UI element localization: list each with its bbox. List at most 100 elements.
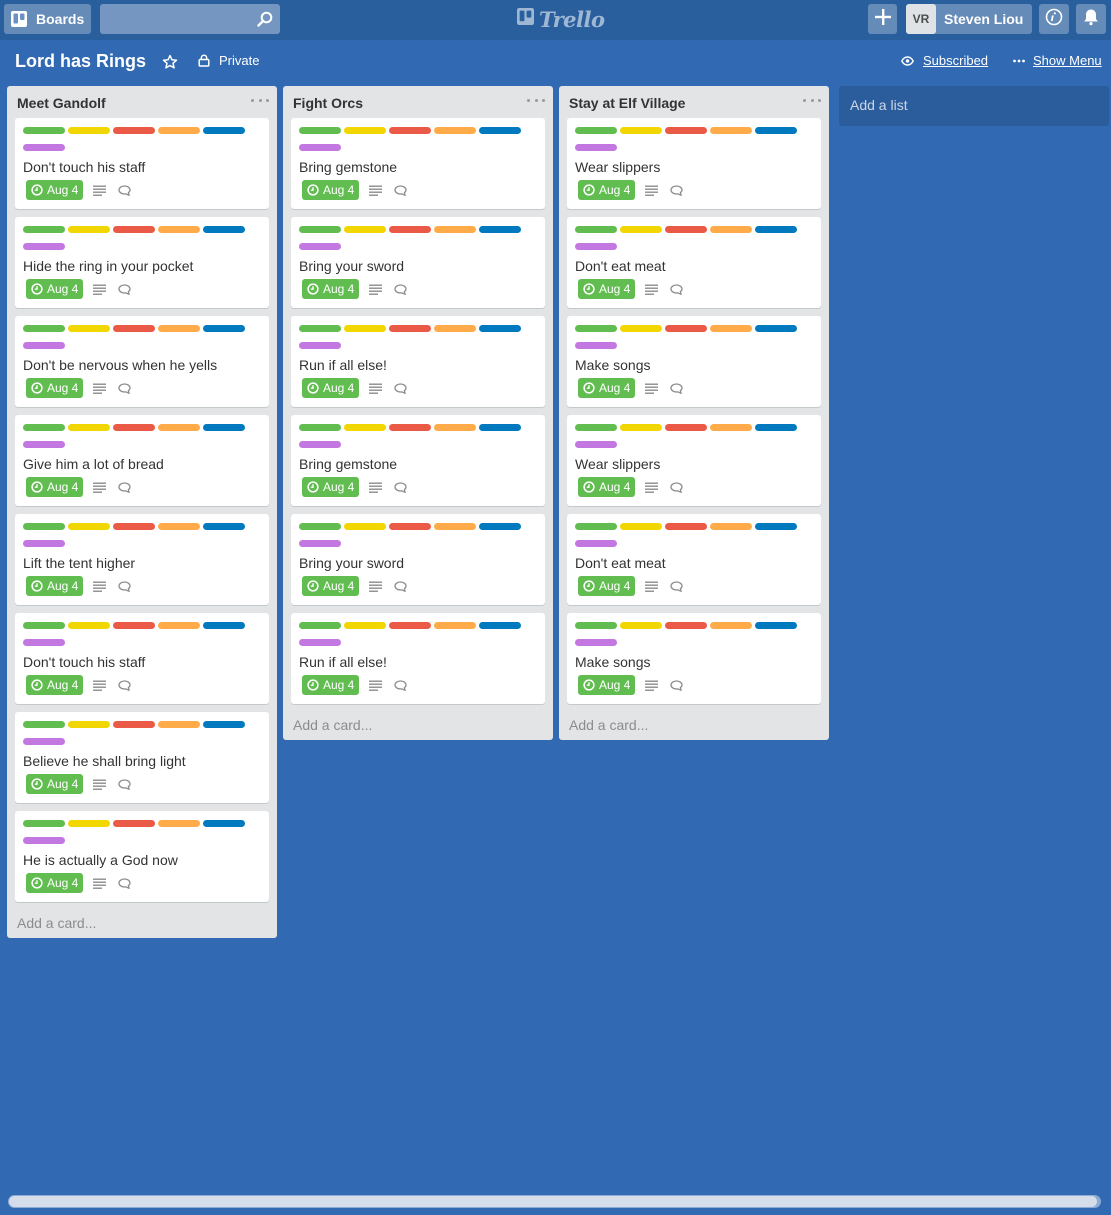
- label-orange[interactable]: [158, 622, 200, 629]
- due-date-badge[interactable]: Aug 4: [578, 378, 636, 398]
- label-red[interactable]: [113, 721, 155, 728]
- label-green[interactable]: [23, 127, 65, 134]
- label-blue[interactable]: [755, 226, 797, 233]
- label-blue[interactable]: [203, 226, 245, 233]
- label-green[interactable]: [575, 226, 617, 233]
- label-blue[interactable]: [203, 127, 245, 134]
- label-blue[interactable]: [479, 523, 521, 530]
- board-title[interactable]: Lord has Rings: [15, 51, 146, 72]
- label-yellow[interactable]: [68, 820, 110, 827]
- card[interactable]: Don't eat meat Aug 4: [567, 217, 821, 308]
- label-purple[interactable]: [23, 738, 65, 745]
- due-date-badge[interactable]: Aug 4: [26, 774, 84, 794]
- label-green[interactable]: [23, 325, 65, 332]
- label-red[interactable]: [665, 226, 707, 233]
- label-green[interactable]: [23, 721, 65, 728]
- due-date-badge[interactable]: Aug 4: [302, 576, 360, 596]
- add-card-button[interactable]: Add a card...: [559, 710, 829, 740]
- due-date-badge[interactable]: Aug 4: [26, 180, 84, 200]
- scrollbar-thumb[interactable]: [9, 1196, 1097, 1207]
- label-orange[interactable]: [158, 820, 200, 827]
- info-button[interactable]: [1039, 4, 1069, 34]
- label-yellow[interactable]: [344, 127, 386, 134]
- label-green[interactable]: [299, 622, 341, 629]
- list-name[interactable]: Stay at Elf Village: [569, 95, 685, 111]
- card[interactable]: Run if all else! Aug 4: [291, 316, 545, 407]
- card[interactable]: Believe he shall bring light Aug 4: [15, 712, 269, 803]
- card[interactable]: Don't touch his staff Aug 4: [15, 118, 269, 209]
- label-purple[interactable]: [575, 243, 617, 250]
- label-red[interactable]: [389, 523, 431, 530]
- label-blue[interactable]: [479, 226, 521, 233]
- due-date-badge[interactable]: Aug 4: [26, 675, 84, 695]
- list-menu-icon[interactable]: [251, 94, 269, 106]
- create-button[interactable]: [868, 4, 897, 34]
- label-red[interactable]: [389, 226, 431, 233]
- label-purple[interactable]: [299, 540, 341, 547]
- label-purple[interactable]: [299, 441, 341, 448]
- card[interactable]: Bring your sword Aug 4: [291, 217, 545, 308]
- label-red[interactable]: [665, 424, 707, 431]
- label-red[interactable]: [389, 622, 431, 629]
- label-green[interactable]: [575, 325, 617, 332]
- due-date-badge[interactable]: Aug 4: [302, 180, 360, 200]
- card[interactable]: Bring gemstone Aug 4: [291, 118, 545, 209]
- show-menu-button[interactable]: Show Menu: [1013, 53, 1102, 68]
- label-yellow[interactable]: [344, 325, 386, 332]
- label-purple[interactable]: [23, 639, 65, 646]
- due-date-badge[interactable]: Aug 4: [26, 873, 84, 893]
- label-red[interactable]: [389, 424, 431, 431]
- label-yellow[interactable]: [68, 325, 110, 332]
- label-orange[interactable]: [434, 622, 476, 629]
- label-yellow[interactable]: [68, 127, 110, 134]
- card[interactable]: Bring gemstone Aug 4: [291, 415, 545, 506]
- label-blue[interactable]: [755, 523, 797, 530]
- list-menu-icon[interactable]: [803, 94, 821, 106]
- label-red[interactable]: [113, 820, 155, 827]
- add-list-button[interactable]: Add a list: [839, 86, 1109, 126]
- label-green[interactable]: [23, 820, 65, 827]
- due-date-badge[interactable]: Aug 4: [26, 477, 84, 497]
- card[interactable]: He is actually a God now Aug 4: [15, 811, 269, 902]
- star-icon[interactable]: [162, 54, 178, 75]
- label-orange[interactable]: [158, 523, 200, 530]
- label-purple[interactable]: [575, 540, 617, 547]
- label-orange[interactable]: [158, 226, 200, 233]
- label-orange[interactable]: [710, 622, 752, 629]
- due-date-badge[interactable]: Aug 4: [578, 576, 636, 596]
- label-green[interactable]: [575, 127, 617, 134]
- label-blue[interactable]: [203, 721, 245, 728]
- list-name[interactable]: Meet Gandolf: [17, 95, 106, 111]
- label-purple[interactable]: [575, 639, 617, 646]
- label-green[interactable]: [299, 325, 341, 332]
- label-blue[interactable]: [203, 523, 245, 530]
- label-purple[interactable]: [575, 342, 617, 349]
- card[interactable]: Don't touch his staff Aug 4: [15, 613, 269, 704]
- label-red[interactable]: [113, 325, 155, 332]
- label-purple[interactable]: [299, 243, 341, 250]
- label-blue[interactable]: [755, 424, 797, 431]
- label-orange[interactable]: [158, 325, 200, 332]
- label-blue[interactable]: [755, 325, 797, 332]
- due-date-badge[interactable]: Aug 4: [26, 576, 84, 596]
- label-green[interactable]: [23, 622, 65, 629]
- label-green[interactable]: [299, 523, 341, 530]
- card[interactable]: Give him a lot of bread Aug 4: [15, 415, 269, 506]
- label-red[interactable]: [665, 127, 707, 134]
- label-red[interactable]: [665, 325, 707, 332]
- label-green[interactable]: [23, 424, 65, 431]
- due-date-badge[interactable]: Aug 4: [26, 279, 84, 299]
- label-blue[interactable]: [755, 622, 797, 629]
- due-date-badge[interactable]: Aug 4: [578, 180, 636, 200]
- label-yellow[interactable]: [620, 424, 662, 431]
- label-blue[interactable]: [479, 325, 521, 332]
- label-purple[interactable]: [299, 639, 341, 646]
- label-red[interactable]: [389, 127, 431, 134]
- label-yellow[interactable]: [68, 622, 110, 629]
- label-orange[interactable]: [158, 721, 200, 728]
- label-green[interactable]: [575, 424, 617, 431]
- label-blue[interactable]: [203, 424, 245, 431]
- label-blue[interactable]: [479, 127, 521, 134]
- label-yellow[interactable]: [620, 226, 662, 233]
- due-date-badge[interactable]: Aug 4: [578, 675, 636, 695]
